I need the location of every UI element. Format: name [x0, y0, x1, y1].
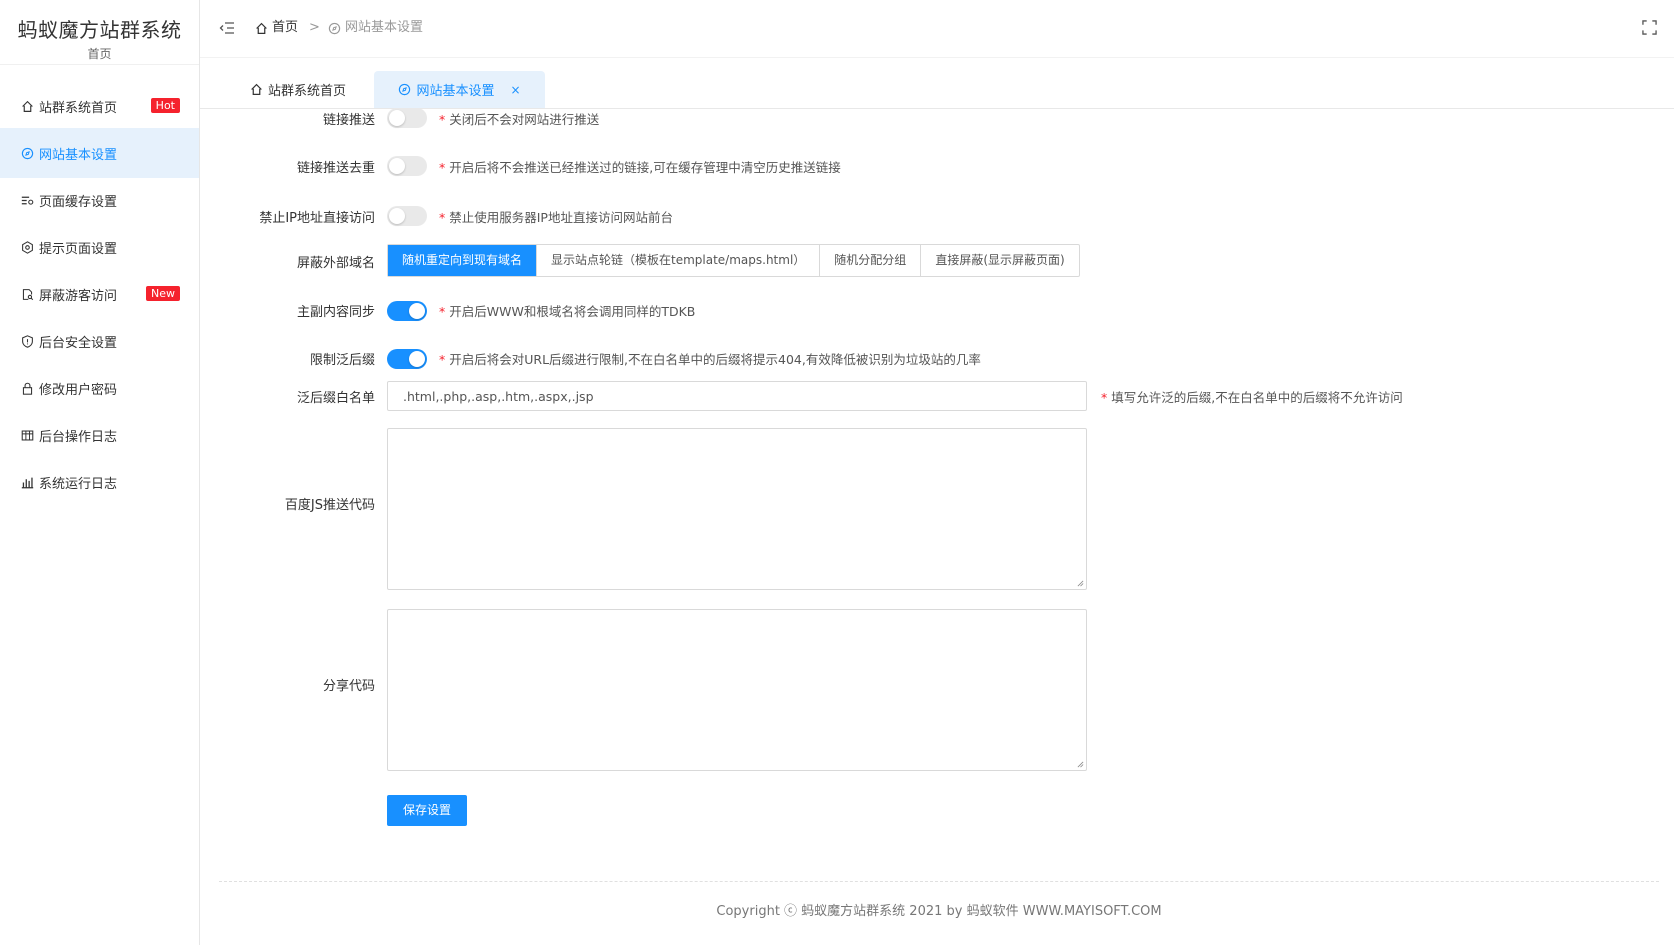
- copyright-text: Copyright ⓒ 蚂蚁魔方站群系统 2021 by 蚂蚁软件 WWW.MA…: [716, 904, 1162, 919]
- bar-chart-icon: [20, 475, 34, 489]
- list-settings-icon: [20, 193, 34, 207]
- field-label: 泛后缀白名单: [296, 391, 375, 406]
- tab-site-home[interactable]: 站群系统首页: [250, 71, 346, 108]
- field-label: 禁止IP地址直接访问: [259, 211, 375, 226]
- home-icon: [251, 83, 262, 95]
- share-code-textarea[interactable]: [387, 609, 1087, 771]
- sidebar-item-label: 后台安全设置: [39, 335, 118, 351]
- form-row-limit-suffix: 限制泛后缀 * 开启后将会对URL后缀进行限制,不在白名单中的后缀将提示404,有…: [219, 349, 1659, 369]
- sidebar-item-operation-log[interactable]: 后台操作日志: [0, 410, 199, 460]
- form-row-block-ip: 禁止IP地址直接访问 * 禁止使用服务器IP地址直接访问网站前台: [219, 206, 1659, 227]
- field-label: 屏蔽外部域名: [296, 256, 375, 271]
- tab-label: 网站基本设置: [416, 84, 495, 99]
- new-badge: New: [146, 286, 180, 301]
- form-row-baidu-js: 百度JS推送代码: [219, 428, 1659, 590]
- settings-form: 链接推送 * 关闭后不会对网站进行推送 链接推送去重 * 开启后将不会推送已经推送过…: [219, 108, 1659, 889]
- home-icon: [20, 99, 34, 113]
- field-label: 链接推送去重: [296, 161, 375, 176]
- sidebar-item-tip-page[interactable]: 提示页面设置: [0, 222, 199, 272]
- sidebar-item-label: 站群系统首页: [39, 100, 118, 116]
- hexagon-icon: [20, 240, 34, 254]
- table-icon: [20, 428, 34, 442]
- breadcrumb-home-label: 首页: [272, 20, 299, 35]
- field-label: 限制泛后缀: [309, 353, 375, 368]
- fullscreen-icon[interactable]: [1642, 20, 1657, 35]
- sidebar-item-label: 后台操作日志: [39, 429, 118, 445]
- sidebar-item-label: 修改用户密码: [39, 382, 118, 398]
- baidu-js-textarea[interactable]: [387, 428, 1087, 590]
- field-tip: * 开启后将不会推送已经推送过的链接,可在缓存管理中清空历史推送链接: [439, 160, 841, 175]
- field-label: 链接推送: [322, 113, 375, 128]
- lock-icon: [20, 381, 34, 395]
- app-subtitle[interactable]: 首页: [0, 46, 199, 62]
- sidebar-item-label: 页面缓存设置: [39, 194, 118, 210]
- field-tip: * 开启后WWW和根域名将会调用同样的TDKB: [439, 304, 696, 319]
- file-search-icon: [20, 287, 34, 301]
- field-label: 分享代码: [322, 679, 375, 694]
- form-row-link-push: 链接推送 * 关闭后不会对网站进行推送: [219, 108, 1659, 129]
- sidebar-item-change-password[interactable]: 修改用户密码: [0, 363, 199, 413]
- sidebar: 蚂蚁魔方站群系统 首页 站群系统首页 Hot 网站基本设置 页面缓存设置 提示页…: [0, 0, 200, 945]
- field-tip: * 禁止使用服务器IP地址直接访问网站前台: [439, 210, 673, 225]
- sidebar-item-system-log[interactable]: 系统运行日志: [0, 457, 199, 507]
- field-label: 主副内容同步: [296, 305, 375, 320]
- suffix-whitelist-input[interactable]: .html,.php,.asp,.htm,.aspx,.jsp: [387, 381, 1087, 411]
- sidebar-item-label: 屏蔽游客访问: [39, 288, 118, 304]
- field-tip: * 关闭后不会对网站进行推送: [439, 112, 600, 127]
- limit-suffix-switch[interactable]: [387, 349, 427, 369]
- form-row-main-sub-sync: 主副内容同步 * 开启后WWW和根域名将会调用同样的TDKB: [219, 301, 1659, 321]
- sidebar-item-security[interactable]: 后台安全设置: [0, 316, 199, 366]
- form-row-block-domain: 屏蔽外部域名 随机重定向到现有域名 显示站点轮链（模板在template/map…: [219, 244, 1659, 277]
- form-row-link-push-dedupe: 链接推送去重 * 开启后将不会推送已经推送过的链接,可在缓存管理中清空历史推送链接: [219, 156, 1659, 177]
- sidebar-item-label: 系统运行日志: [39, 476, 118, 492]
- page-tabs: 站群系统首页 网站基本设置 ×: [200, 58, 1674, 109]
- home-icon: [256, 22, 267, 34]
- form-row-suffix-whitelist: 泛后缀白名单 .html,.php,.asp,.htm,.aspx,.jsp *…: [219, 381, 1659, 411]
- block-domain-options: 随机重定向到现有域名 显示站点轮链（模板在template/maps.html）…: [387, 244, 1080, 277]
- sidebar-item-site-home[interactable]: 站群系统首页 Hot: [0, 81, 199, 131]
- form-row-save: 保存设置: [219, 795, 1659, 826]
- field-tip: * 填写允许泛的后缀,不在白名单中的后缀将不允许访问: [1101, 390, 1403, 405]
- resize-handle-icon[interactable]: [1077, 580, 1084, 587]
- footer: Copyright ⓒ 蚂蚁魔方站群系统 2021 by 蚂蚁软件 WWW.MA…: [219, 881, 1659, 946]
- form-row-share-code: 分享代码: [219, 609, 1659, 771]
- app-title: 蚂蚁魔方站群系统: [17, 18, 182, 42]
- main-sub-sync-switch[interactable]: [387, 301, 427, 321]
- brand: 蚂蚁魔方站群系统 首页: [0, 0, 199, 65]
- field-tip: * 开启后将会对URL后缀进行限制,不在白名单中的后缀将提示404,有效降低被识别…: [439, 352, 981, 367]
- compass-icon: [328, 22, 341, 34]
- header: 首页 > 网站基本设置: [200, 0, 1674, 58]
- sidebar-item-cache-settings[interactable]: 页面缓存设置: [0, 175, 199, 225]
- shield-icon: [20, 334, 34, 348]
- link-push-switch[interactable]: [387, 108, 427, 128]
- resize-handle-icon[interactable]: [1077, 761, 1084, 768]
- sidebar-item-site-settings[interactable]: 网站基本设置: [0, 128, 199, 178]
- breadcrumb-current: 网站基本设置: [328, 19, 423, 37]
- sidebar-item-label: 提示页面设置: [39, 241, 118, 257]
- option-redirect[interactable]: 随机重定向到现有域名: [388, 245, 537, 276]
- option-block[interactable]: 直接屏蔽(显示屏蔽页面): [920, 245, 1078, 276]
- hot-badge: Hot: [150, 98, 180, 113]
- option-random-group[interactable]: 随机分配分组: [819, 245, 920, 276]
- tab-site-settings[interactable]: 网站基本设置 ×: [374, 71, 545, 108]
- block-ip-switch[interactable]: [387, 206, 427, 226]
- option-site-links[interactable]: 显示站点轮链（模板在template/maps.html）: [536, 245, 819, 276]
- compass-icon: [399, 83, 411, 96]
- sidebar-item-block-visitors[interactable]: 屏蔽游客访问 New: [0, 269, 199, 319]
- tab-label: 站群系统首页: [268, 84, 347, 99]
- field-label: 百度JS推送代码: [284, 498, 375, 513]
- save-button[interactable]: 保存设置: [387, 795, 467, 826]
- menu-fold-icon[interactable]: [219, 20, 235, 36]
- breadcrumb-current-label: 网站基本设置: [345, 20, 424, 35]
- breadcrumb-separator: >: [309, 20, 320, 35]
- compass-icon: [20, 146, 34, 160]
- tab-close-icon[interactable]: ×: [510, 83, 520, 97]
- sidebar-item-label: 网站基本设置: [39, 147, 118, 163]
- breadcrumb-home[interactable]: 首页: [255, 19, 298, 37]
- link-push-dedupe-switch[interactable]: [387, 156, 427, 176]
